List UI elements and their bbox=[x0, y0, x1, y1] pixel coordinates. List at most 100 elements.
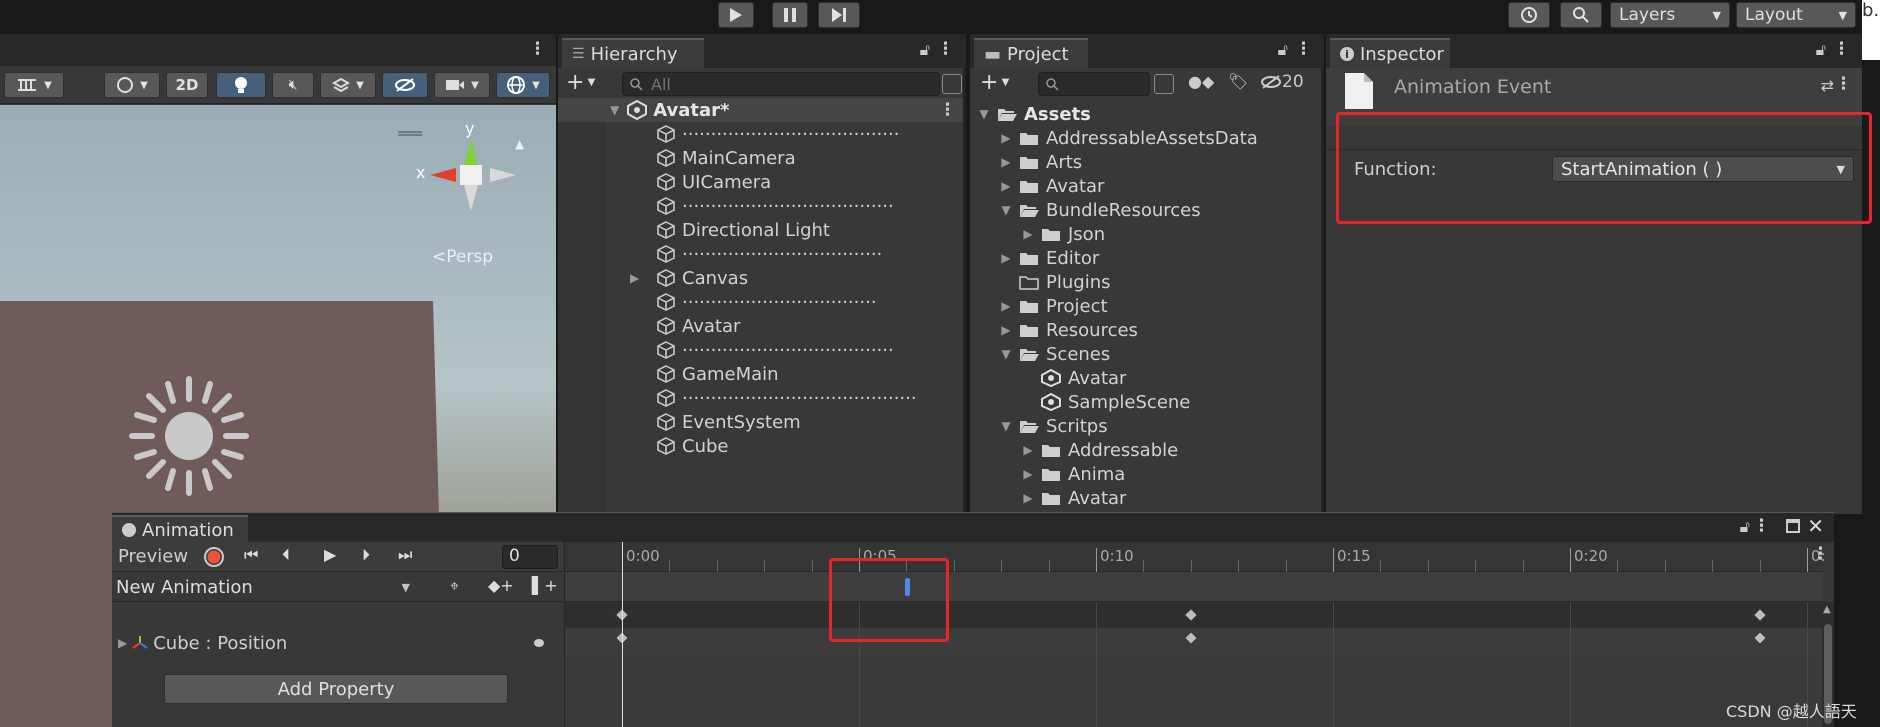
chevron-right-icon[interactable]: ▶ bbox=[1020, 443, 1036, 457]
tab-project[interactable]: ▬ Project bbox=[974, 38, 1088, 68]
project-tree-item[interactable]: ▶ Avatar bbox=[1020, 486, 1126, 510]
orientation-gizmo[interactable]: y x bbox=[410, 119, 530, 233]
drag-handle[interactable] bbox=[398, 131, 422, 136]
lock-icon[interactable]: 🔓︎ bbox=[1816, 40, 1826, 60]
event-track[interactable] bbox=[565, 572, 1823, 602]
scene-visibility-button[interactable] bbox=[942, 74, 962, 94]
project-tree-item[interactable]: SampleScene bbox=[1020, 390, 1190, 414]
camera-button[interactable]: ▼ bbox=[434, 72, 490, 98]
hierarchy-item[interactable]: Directional Light bbox=[558, 218, 830, 242]
project-tree-item[interactable]: ▶ Arts bbox=[998, 150, 1082, 174]
project-tree-item[interactable]: ▶ Avatar bbox=[998, 174, 1104, 198]
chevron-right-icon[interactable]: ▶ bbox=[998, 155, 1014, 169]
more-options-icon[interactable]: ⋮ bbox=[937, 39, 954, 59]
playhead[interactable] bbox=[622, 542, 623, 727]
hierarchy-item[interactable]: ··································· bbox=[558, 242, 882, 266]
project-tree-item[interactable]: Plugins bbox=[998, 270, 1110, 294]
curve-dot-icon[interactable] bbox=[534, 639, 544, 647]
hierarchy-item[interactable]: UICamera bbox=[558, 170, 771, 194]
layers-dropdown[interactable]: Layers ▼ bbox=[1610, 2, 1730, 28]
lock-icon[interactable]: 🔓︎ bbox=[1278, 40, 1288, 60]
project-tree-item[interactable]: ▼ Assets bbox=[976, 102, 1091, 126]
hierarchy-item[interactable]: ····································· bbox=[558, 338, 894, 362]
more-options-icon[interactable]: ⋮ bbox=[1833, 39, 1850, 59]
persp-label[interactable]: <Persp bbox=[432, 247, 493, 267]
record-button[interactable] bbox=[204, 547, 224, 567]
first-keyframe-icon[interactable]: ⏮ bbox=[244, 545, 258, 565]
frame-field[interactable]: 0 bbox=[502, 545, 558, 569]
more-options-icon[interactable]: ⋮ bbox=[1753, 516, 1770, 536]
label-filter-icon[interactable]: 🏷︎ bbox=[1228, 72, 1248, 91]
hierarchy-item[interactable]: EventSystem bbox=[558, 410, 801, 434]
hidden-objects-toggle[interactable] bbox=[382, 72, 428, 98]
expand-arrow-icon[interactable]: ▶ bbox=[118, 636, 127, 650]
project-tree-item[interactable]: ▼ Scenes bbox=[998, 342, 1110, 366]
filter-icon[interactable] bbox=[1154, 74, 1174, 94]
gizmos-button[interactable]: ▼ bbox=[496, 72, 550, 98]
add-event-icon[interactable]: ▌+ bbox=[532, 576, 558, 595]
history-button[interactable] bbox=[1508, 2, 1550, 28]
play-button[interactable] bbox=[718, 2, 754, 28]
grid-snap-button[interactable]: ▼ bbox=[4, 72, 64, 98]
scroll-up-icon[interactable]: ▲ bbox=[1823, 604, 1831, 615]
timeline-more-icon[interactable]: ⋮ bbox=[1812, 544, 1829, 564]
hidden-packages-toggle[interactable]: 20 bbox=[1260, 72, 1304, 92]
chevron-right-icon[interactable]: ▶ bbox=[1020, 491, 1036, 505]
lighting-toggle[interactable] bbox=[216, 72, 266, 98]
chevron-right-icon[interactable]: ▶ bbox=[998, 131, 1014, 145]
close-icon[interactable]: ✕ bbox=[1807, 514, 1824, 538]
type-filter-icon[interactable]: ●◆ bbox=[1188, 72, 1214, 91]
add-keyframe-icon[interactable]: ◆+ bbox=[488, 576, 514, 595]
chevron-right-icon[interactable]: ▶ bbox=[998, 179, 1014, 193]
search-button[interactable] bbox=[1560, 2, 1602, 28]
chevron-down-icon[interactable]: ▼ bbox=[976, 107, 992, 121]
hierarchy-item[interactable]: Avatar bbox=[558, 314, 740, 338]
more-options-icon[interactable]: ⋮ bbox=[1295, 39, 1312, 59]
play-icon[interactable]: ▶ bbox=[324, 545, 336, 564]
hierarchy-item[interactable]: MainCamera bbox=[558, 146, 796, 170]
more-options-icon[interactable]: ⋮ bbox=[1835, 74, 1852, 94]
lock-icon[interactable]: 🔓︎ bbox=[920, 40, 930, 60]
preview-toggle[interactable]: Preview bbox=[118, 546, 188, 567]
project-tree-item[interactable]: ▼ BundleResources bbox=[998, 198, 1200, 222]
next-keyframe-icon[interactable]: ⏵ bbox=[362, 545, 370, 565]
create-button[interactable]: + ▼ bbox=[566, 72, 606, 96]
lock-icon[interactable]: 🔓︎ bbox=[1740, 517, 1750, 537]
expand-arrow-icon[interactable]: ▼ bbox=[610, 103, 619, 117]
pause-button[interactable] bbox=[772, 2, 808, 28]
project-tree-item[interactable]: ▼ Scritps bbox=[998, 414, 1107, 438]
project-search-field[interactable] bbox=[1038, 72, 1150, 96]
chevron-right-icon[interactable]: ▶ bbox=[998, 251, 1014, 265]
chevron-right-icon[interactable]: ▶ bbox=[998, 323, 1014, 337]
chevron-down-icon[interactable]: ▼ bbox=[998, 347, 1014, 361]
last-keyframe-icon[interactable]: ⏭ bbox=[398, 545, 412, 565]
project-tree-item[interactable]: ▶ Editor bbox=[998, 246, 1099, 270]
chevron-down-icon[interactable]: ▼ bbox=[998, 419, 1014, 433]
layout-dropdown[interactable]: Layout ▼ bbox=[1736, 2, 1856, 28]
project-tree-item[interactable]: Avatar bbox=[1020, 366, 1126, 390]
settings-sliders-icon[interactable]: ⇄ bbox=[1821, 76, 1834, 95]
chevron-right-icon[interactable]: ▶ bbox=[998, 299, 1014, 313]
hierarchy-item[interactable]: ······································ bbox=[558, 122, 899, 146]
create-asset-button[interactable]: + ▼ bbox=[980, 72, 1009, 94]
project-tree-item[interactable]: ▶ Addressable bbox=[1020, 438, 1178, 462]
timeline-ruler[interactable]: 0:00 0:05 0:10 0:15 0:20 0: bbox=[565, 542, 1826, 572]
property-row[interactable]: ▶ Cube : Position bbox=[112, 628, 562, 658]
hierarchy-item[interactable]: Cube bbox=[558, 434, 728, 458]
clip-dropdown[interactable]: New Animation ▼ bbox=[116, 574, 418, 600]
chevron-right-icon[interactable]: ▶ bbox=[1020, 227, 1036, 241]
chevron-right-icon[interactable]: ▶ bbox=[1020, 467, 1036, 481]
chevron-down-icon[interactable]: ▼ bbox=[998, 203, 1014, 217]
tab-hierarchy[interactable]: ☰ Hierarchy bbox=[562, 38, 704, 68]
project-tree-item[interactable]: ▶ Resources bbox=[998, 318, 1138, 342]
lock-icon[interactable]: ▲ bbox=[515, 137, 524, 151]
timeline[interactable]: 0:00 0:05 0:10 0:15 0:20 0: bbox=[564, 542, 1826, 727]
maximize-icon[interactable] bbox=[1786, 519, 1800, 533]
hierarchy-item[interactable]: ········································… bbox=[558, 386, 917, 410]
add-property-button[interactable]: Add Property bbox=[164, 674, 508, 704]
project-tree-item[interactable]: ▶ Anima bbox=[1020, 462, 1125, 486]
effects-button[interactable]: ▼ bbox=[320, 72, 376, 98]
hierarchy-item[interactable]: ····································· bbox=[558, 194, 894, 218]
hierarchy-item[interactable]: ·································· bbox=[558, 290, 877, 314]
tab-inspector[interactable]: i Inspector bbox=[1330, 38, 1450, 68]
